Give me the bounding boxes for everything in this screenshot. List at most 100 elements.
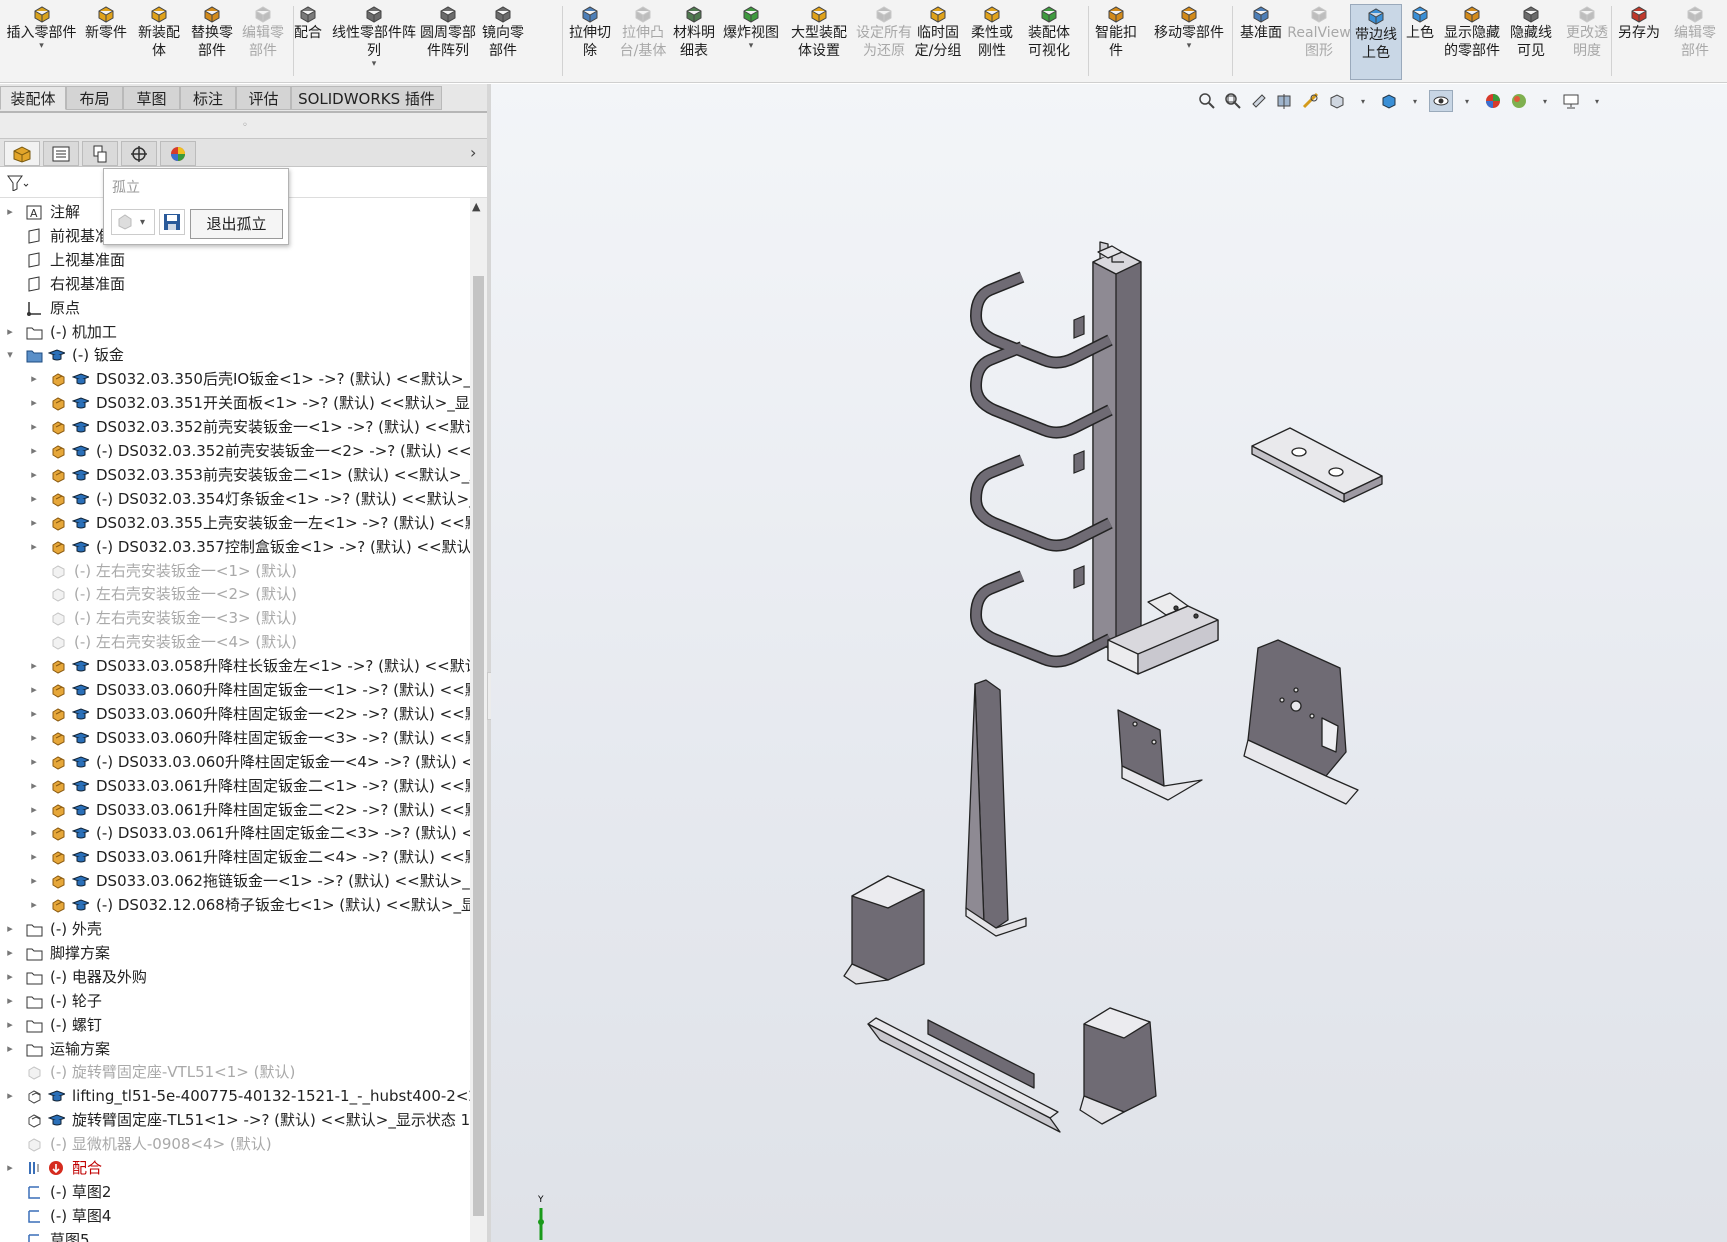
expand-toggle-icon[interactable]: ▸	[28, 511, 40, 535]
tree-item[interactable]: (-) 草图2	[0, 1180, 470, 1204]
zoom-to-area-icon[interactable]	[1221, 90, 1245, 112]
tree-item[interactable]: ▸ DS033.03.061升降柱固定钣金二<1> ->? (默认) <<默认>_…	[0, 774, 470, 798]
ribbon-button-hidden-lines-visible[interactable]: 隐藏线 可见	[1506, 3, 1556, 79]
expand-toggle-icon[interactable]: ▸	[28, 869, 40, 893]
ribbon-button-circular-pattern[interactable]: 圆周零部 件阵列	[420, 3, 476, 79]
tree-item[interactable]: ▸ (-) 机加工	[0, 320, 470, 344]
expand-toggle-icon[interactable]: ▸	[4, 200, 16, 224]
ribbon-button-realview[interactable]: RealView 图形	[1287, 3, 1351, 79]
expand-toggle-icon[interactable]: ▸	[4, 320, 16, 344]
tab-2[interactable]: 草图	[123, 86, 180, 110]
expand-toggle-icon[interactable]: ▸	[28, 893, 40, 917]
ribbon-button-shaded[interactable]: 上色	[1398, 3, 1442, 79]
expand-toggle-icon[interactable]: ▸	[28, 845, 40, 869]
expand-toggle-icon[interactable]: ▸	[28, 821, 40, 845]
ribbon-button-show-hidden[interactable]: 显示隐藏 的零部件	[1444, 3, 1500, 79]
tree-item[interactable]: (-) 旋转臂固定座-VTL51<1> (默认)	[0, 1060, 470, 1084]
tree-item[interactable]: ▸ DS032.03.355上壳安装钣金一左<1> ->? (默认) <<默认>_…	[0, 511, 470, 535]
view-orientation-icon[interactable]	[1325, 90, 1349, 112]
tree-item[interactable]: ▸ DS033.03.061升降柱固定钣金二<2> ->? (默认) <<默认>_…	[0, 798, 470, 822]
tree-scrollbar-thumb[interactable]	[473, 276, 484, 1216]
chevron-down-icon[interactable]: ▾	[1455, 90, 1479, 112]
expand-toggle-icon[interactable]: ▾	[4, 343, 16, 367]
tree-item[interactable]: 草图5	[0, 1228, 470, 1242]
ribbon-button-bom[interactable]: 材料明 细表	[669, 3, 719, 79]
chevron-down-icon[interactable]: ▾	[1585, 90, 1609, 112]
expand-toggle-icon[interactable]: ▸	[28, 367, 40, 391]
tree-item[interactable]: ▸ DS032.03.353前壳安装钣金二<1> (默认) <<默认>_显示状态 …	[0, 463, 470, 487]
expand-toggle-icon[interactable]: ▸	[28, 654, 40, 678]
tree-item[interactable]: ▸ DS033.03.062拖链钣金一<1> ->? (默认) <<默认>_显示状…	[0, 869, 470, 893]
tree-item[interactable]: ▸ (-) DS032.03.354灯条钣金<1> ->? (默认) <<默认>_…	[0, 487, 470, 511]
tree-item[interactable]: ▸ lifting_tl51-5e-400775-40132-1521-1_-_h…	[0, 1084, 470, 1108]
tree-item[interactable]: ▸ 运输方案	[0, 1037, 470, 1061]
ribbon-button-extrude-cut[interactable]: 拉伸切除	[567, 3, 613, 79]
ribbon-button-set-resolved[interactable]: 设定所有 为还原	[855, 3, 913, 79]
feature-manager-tab[interactable]	[4, 141, 40, 166]
expand-toggle-icon[interactable]: ▸	[4, 989, 16, 1013]
zoom-to-fit-icon[interactable]	[1195, 90, 1219, 112]
tree-item[interactable]: (-) 左右壳安装钣金一<1> (默认)	[0, 559, 470, 583]
ribbon-button-exploded-view[interactable]: 爆炸视图 ▾	[722, 3, 780, 79]
filter-icon[interactable]	[7, 175, 29, 191]
ribbon-button-change-transparency[interactable]: 更改透 明度	[1561, 3, 1613, 79]
tree-item[interactable]: ▸ (-) DS033.03.060升降柱固定钣金一<4> ->? (默认) <<…	[0, 750, 470, 774]
display-style-icon[interactable]	[1377, 90, 1401, 112]
expand-toggle-icon[interactable]: ▸	[28, 702, 40, 726]
expand-toggle-icon[interactable]: ▸	[28, 774, 40, 798]
tree-item[interactable]: ▸ DS032.03.351开关面板<1> ->? (默认) <<默认>_显示状态…	[0, 391, 470, 415]
tree-item[interactable]: ▸ 脚撑方案	[0, 941, 470, 965]
tree-item[interactable]: (-) 左右壳安装钣金一<3> (默认)	[0, 606, 470, 630]
tree-item[interactable]: 原点	[0, 296, 470, 320]
ribbon-button-shaded-with-edges[interactable]: 带边线 上色	[1350, 4, 1402, 80]
tree-item[interactable]: (-) 左右壳安装钣金一<4> (默认)	[0, 630, 470, 654]
exit-isolate-button[interactable]: 退出孤立	[190, 209, 283, 239]
tree-item[interactable]: (-) 左右壳安装钣金一<2> (默认)	[0, 582, 470, 606]
tree-item[interactable]: ▸ (-) 轮子	[0, 989, 470, 1013]
tree-item[interactable]: ▸ DS033.03.060升降柱固定钣金一<3> ->? (默认) <<默认>_…	[0, 726, 470, 750]
tree-item[interactable]: ▸ (-) 电器及外购	[0, 965, 470, 989]
panel-grip[interactable]: ◦	[0, 113, 490, 138]
tree-item[interactable]: ▸ (-) 螺钉	[0, 1013, 470, 1037]
expand-toggle-icon[interactable]: ▸	[4, 1013, 16, 1037]
tree-item[interactable]: ▸ (-) 外壳	[0, 917, 470, 941]
expand-toggle-icon[interactable]: ▸	[4, 1084, 16, 1108]
configuration-manager-tab[interactable]	[82, 141, 118, 166]
display-manager-tab[interactable]	[160, 141, 196, 166]
chevron-down-icon[interactable]: ▾	[1533, 90, 1557, 112]
ribbon-button-insert-component[interactable]: 插入零部件 ▾	[4, 3, 79, 79]
tab-4[interactable]: 评估	[236, 86, 291, 110]
chevron-down-icon[interactable]: ▾	[372, 60, 377, 69]
expand-toggle-icon[interactable]: ▸	[28, 487, 40, 511]
ribbon-button-new-assembly[interactable]: 新装配体	[134, 3, 184, 79]
tab-0[interactable]: 装配体	[0, 86, 66, 110]
ribbon-button-save-as[interactable]: 另存为	[1614, 3, 1664, 79]
ribbon-button-mate[interactable]: 配合	[288, 3, 328, 79]
ribbon-button-new-part[interactable]: 新零件	[81, 3, 131, 79]
tree-scrollbar[interactable]	[470, 198, 487, 1242]
tree-item[interactable]: ▸ (-) DS032.03.357控制盒钣金<1> ->? (默认) <<默认>…	[0, 535, 470, 559]
tab-3[interactable]: 标注	[180, 86, 236, 110]
tree-item[interactable]: 上视基准面	[0, 248, 470, 272]
tree-item[interactable]: ▸ DS033.03.060升降柱固定钣金一<1> ->? (默认) <<默认>_…	[0, 678, 470, 702]
tree-item[interactable]: ▸ DS032.03.350后壳IO钣金<1> ->? (默认) <<默认>_显示…	[0, 367, 470, 391]
edit-appearance-icon[interactable]	[1481, 90, 1505, 112]
previous-view-icon[interactable]	[1247, 90, 1271, 112]
property-manager-tab[interactable]	[43, 141, 79, 166]
section-view-icon[interactable]	[1273, 90, 1297, 112]
expand-toggle-icon[interactable]: ▸	[4, 917, 16, 941]
expand-toggle-icon[interactable]: ▸	[28, 415, 40, 439]
dynamic-annotation-icon[interactable]	[1299, 90, 1323, 112]
tree-item[interactable]: ▸ DS033.03.060升降柱固定钣金一<2> ->? (默认) <<默认>_…	[0, 702, 470, 726]
expand-toggle-icon[interactable]: ▸	[28, 439, 40, 463]
pane-expand-arrow-icon[interactable]: ›	[470, 143, 476, 162]
ribbon-button-move-component[interactable]: 移动零部件 ▾	[1146, 3, 1232, 79]
tree-item[interactable]: 右视基准面	[0, 272, 470, 296]
ribbon-button-replace-component[interactable]: 替换零 部件	[187, 3, 237, 79]
expand-toggle-icon[interactable]: ▸	[28, 726, 40, 750]
ribbon-button-extrude-boss[interactable]: 拉伸凸 台/基体	[616, 3, 670, 79]
scroll-up-arrow-icon[interactable]: ▲	[472, 200, 480, 213]
expand-toggle-icon[interactable]: ▸	[28, 463, 40, 487]
expand-toggle-icon[interactable]: ▸	[28, 535, 40, 559]
ribbon-button-mirror-component[interactable]: 镜向零 部件	[478, 3, 528, 79]
